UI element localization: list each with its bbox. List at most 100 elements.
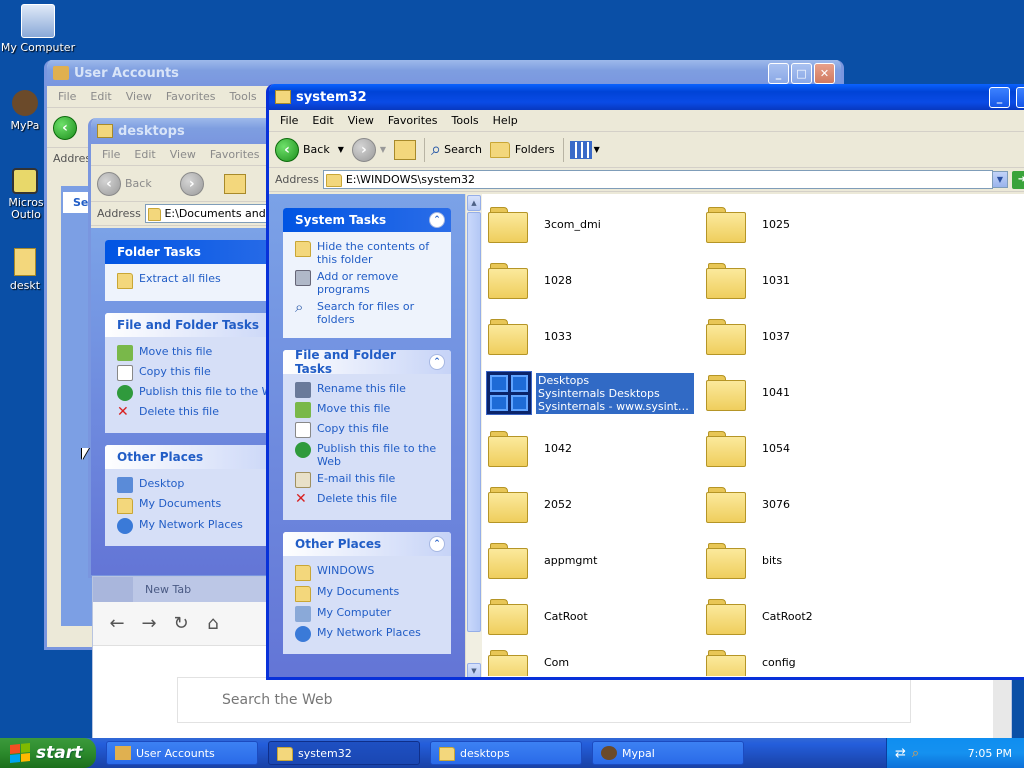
taskbar-button-system32[interactable]: system32	[268, 741, 420, 765]
desktops-window[interactable]: desktops File Edit View Favorites ‹ Back…	[88, 118, 288, 578]
task-move[interactable]: Move this file	[117, 345, 281, 361]
panel-header[interactable]: File and Folder Tasks ⌃	[283, 348, 451, 376]
task-rename[interactable]: Rename this file	[295, 382, 441, 398]
place-my-documents[interactable]: My Documents	[117, 497, 281, 514]
up-folder-icon[interactable]	[223, 173, 246, 194]
task-publish[interactable]: Publish this file to the Web	[295, 442, 441, 468]
desktop-icon-desktops[interactable]: deskt	[0, 248, 50, 292]
tab-new-tab[interactable]: New Tab	[133, 577, 273, 602]
task-search[interactable]: ⌕ Search for files or folders	[295, 300, 441, 327]
back-button[interactable]: ‹ Back ▼	[275, 137, 344, 162]
folder-item[interactable]: 1031	[706, 256, 916, 304]
folder-item[interactable]: CatRoot	[488, 592, 698, 640]
panel-header[interactable]: Other Places ⌃	[283, 532, 451, 556]
clock[interactable]: 7:05 PM	[968, 747, 1012, 760]
title-bar[interactable]: User Accounts _ □ ✕	[47, 60, 841, 86]
folder-item[interactable]: 1054	[706, 424, 916, 472]
menu-favorites[interactable]: Favorites	[381, 114, 445, 127]
web-search-input[interactable]: Search the Web	[177, 677, 911, 723]
collapse-icon[interactable]: ⌃	[429, 354, 445, 370]
menu-edit[interactable]: Edit	[127, 148, 162, 161]
folders-button[interactable]: Folders	[489, 141, 555, 158]
task-add-remove[interactable]: Add or remove programs	[295, 270, 441, 296]
up-folder-icon[interactable]	[394, 139, 417, 160]
back-arrow-icon[interactable]: ‹	[53, 115, 77, 140]
search-tray-icon[interactable]: ⌕	[912, 746, 919, 761]
place-network[interactable]: My Network Places	[117, 518, 281, 534]
task-delete[interactable]: ✕ Delete this file	[295, 492, 441, 508]
collapse-icon[interactable]: ⌃	[429, 212, 445, 228]
task-copy[interactable]: Copy this file	[295, 422, 441, 438]
reload-icon[interactable]: ↻	[165, 613, 197, 634]
desktop-icon-my-computer[interactable]: My Computer	[0, 4, 76, 54]
folder-item[interactable]: 1033	[488, 312, 698, 360]
task-pane-scrollbar[interactable]: ▲ ▼	[465, 194, 482, 677]
minimize-button[interactable]: _	[768, 62, 789, 84]
menu-file[interactable]: File	[95, 148, 127, 161]
forward-arrow-icon[interactable]: ›	[179, 171, 204, 196]
task-move[interactable]: Move this file	[295, 402, 441, 418]
menu-tools[interactable]: Tools	[445, 114, 486, 127]
folder-item[interactable]: appmgmt	[488, 536, 698, 584]
views-button[interactable]: ▼	[569, 140, 600, 159]
menu-favorites[interactable]: Favorites	[159, 90, 223, 103]
menu-tools[interactable]: Tools	[223, 90, 264, 103]
address-input[interactable]: E:\Documents and Se	[144, 204, 284, 223]
scroll-thumb[interactable]	[467, 212, 481, 632]
folder-item[interactable]: CatRoot2	[706, 592, 916, 640]
task-copy[interactable]: Copy this file	[117, 365, 281, 381]
start-button[interactable]: start	[0, 738, 96, 768]
panel-header[interactable]: File and Folder Tasks	[105, 313, 288, 337]
taskbar-button-user-accounts[interactable]: User Accounts	[106, 741, 258, 765]
task-extract-all[interactable]: Extract all files	[117, 272, 281, 289]
title-bar[interactable]: system32 _	[269, 84, 1024, 110]
folder-item[interactable]: 1025	[706, 200, 916, 248]
menu-edit[interactable]: Edit	[305, 114, 340, 127]
chevron-down-icon[interactable]: ▼	[338, 145, 344, 154]
task-email[interactable]: E-mail this file	[295, 472, 441, 488]
folder-item[interactable]: 3com_dmi	[488, 200, 698, 248]
menu-file[interactable]: File	[273, 114, 305, 127]
menu-file[interactable]: File	[51, 90, 83, 103]
folder-item[interactable]: 3076	[706, 480, 916, 528]
task-publish[interactable]: Publish this file to the Web	[117, 385, 286, 401]
home-icon[interactable]: ⌂	[197, 613, 229, 634]
place-windows[interactable]: WINDOWS	[295, 564, 441, 581]
panel-header[interactable]: Other Places	[105, 445, 288, 469]
place-my-documents[interactable]: My Documents	[295, 585, 441, 602]
close-button[interactable]: ✕	[814, 62, 835, 84]
forward-button[interactable]: › ▼	[351, 137, 386, 162]
menu-favorites[interactable]: Favorites	[203, 148, 267, 161]
forward-arrow-icon[interactable]: →	[133, 613, 165, 634]
title-bar[interactable]: desktops	[91, 118, 288, 144]
menu-help[interactable]: Help	[486, 114, 525, 127]
back-button[interactable]: ‹ Back	[97, 171, 152, 196]
panel-header[interactable]: System Tasks ⌃	[283, 208, 451, 232]
desktop-icon-mypal[interactable]: MyPa	[0, 90, 50, 132]
folder-item[interactable]: 1042	[488, 424, 698, 472]
search-button[interactable]: ⌕ Search	[431, 139, 482, 160]
folder-item[interactable]: 1037	[706, 312, 916, 360]
folder-item[interactable]: Com	[488, 648, 698, 676]
collapse-icon[interactable]: ⌃	[429, 536, 445, 552]
scroll-down-icon[interactable]: ▼	[467, 663, 481, 677]
menu-view[interactable]: View	[163, 148, 203, 161]
menu-view[interactable]: View	[341, 114, 381, 127]
folder-item[interactable]: 1041	[706, 368, 916, 416]
back-arrow-icon[interactable]: ←	[101, 613, 133, 634]
address-dropdown-icon[interactable]: ▼	[992, 171, 1008, 188]
scroll-up-icon[interactable]: ▲	[467, 195, 481, 211]
desktop-icon-outlook[interactable]: Micros Outlo	[0, 168, 50, 221]
address-input[interactable]: E:\WINDOWS\system32	[322, 170, 993, 189]
folder-item[interactable]: 1028	[488, 256, 698, 304]
taskbar-button-mypal[interactable]: Mypal	[592, 741, 744, 765]
folder-item[interactable]: bits	[706, 536, 916, 584]
folder-item[interactable]: config	[706, 648, 916, 676]
place-network[interactable]: My Network Places	[295, 626, 441, 642]
place-my-computer[interactable]: My Computer	[295, 606, 441, 622]
folder-item[interactable]: 2052	[488, 480, 698, 528]
place-desktop[interactable]: Desktop	[117, 477, 281, 493]
menu-view[interactable]: View	[119, 90, 159, 103]
maximize-button[interactable]	[1016, 86, 1024, 108]
panel-header[interactable]: Folder Tasks	[105, 240, 288, 264]
